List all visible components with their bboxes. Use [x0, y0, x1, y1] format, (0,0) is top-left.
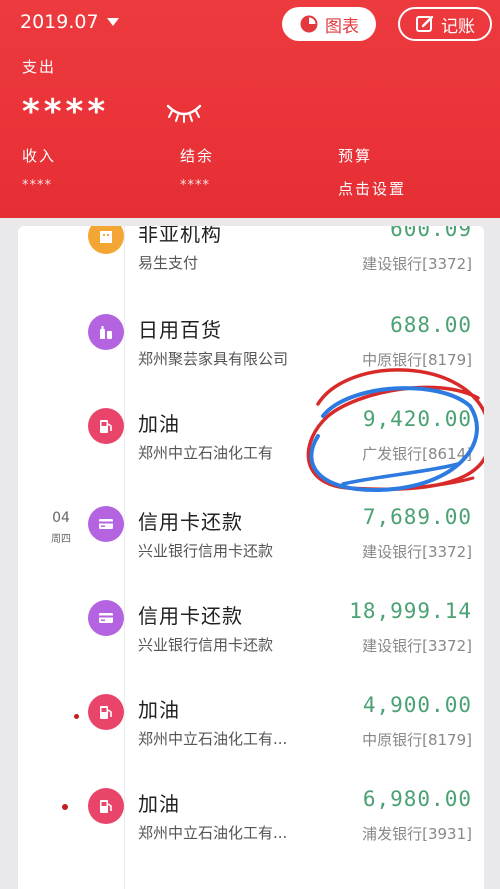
merchant-name: 兴业银行信用卡还款 — [138, 542, 274, 560]
fuel-icon — [88, 408, 124, 444]
transaction-amount: 9,420.00 — [362, 407, 472, 431]
transaction-amount: 7,689.00 — [362, 505, 472, 529]
category-name: 非亚机构 — [138, 226, 222, 246]
balance-label: 结余 — [180, 147, 215, 165]
pie-chart-icon — [300, 15, 318, 33]
transaction-list: 04 周四 非亚机构 易生支付 600.09 建设银行[3372] 日用百货 郑州聚芸家具… — [18, 226, 484, 889]
merchant-name: 易生支付 — [138, 254, 199, 272]
income-label: 收入 — [22, 147, 57, 165]
transaction-row[interactable]: 信用卡还款兴业银行信用卡还款 18,999.14 建设银行[3372] — [18, 592, 484, 686]
credit-card-icon — [88, 506, 124, 542]
red-dot-mark — [62, 804, 68, 810]
bank-account: 中原银行[8179] — [362, 351, 472, 369]
building-icon — [88, 226, 124, 254]
budget-setup-link[interactable]: 点击设置 — [338, 178, 406, 199]
expense-label: 支出 — [22, 58, 57, 76]
income-value: **** — [22, 178, 52, 193]
transaction-row[interactable]: 非亚机构易生支付 600.09 建设银行[3372] — [18, 226, 484, 304]
bank-account: 中原银行[8179] — [362, 731, 472, 749]
transaction-amount: 4,900.00 — [362, 693, 472, 717]
transaction-row[interactable]: 日用百货郑州聚芸家具有限公司 688.00 中原银行[8179] — [18, 306, 484, 400]
category-name: 信用卡还款 — [138, 510, 243, 534]
transaction-row[interactable]: 加油郑州中立石油化工有... 4,900.00 中原银行[8179] — [18, 686, 484, 780]
bank-account: 浦发银行[3931] — [362, 825, 472, 843]
month-selector[interactable]: 2019.07 — [20, 11, 119, 33]
record-button[interactable]: 记账 — [398, 7, 492, 41]
category-name: 日用百货 — [138, 318, 222, 342]
balance-value: **** — [180, 178, 210, 193]
fuel-icon — [88, 694, 124, 730]
chart-button[interactable]: 图表 — [282, 7, 376, 41]
credit-card-icon — [88, 600, 124, 636]
transaction-amount: 18,999.14 — [349, 599, 472, 623]
category-name: 加油 — [138, 698, 180, 722]
merchant-name: 兴业银行信用卡还款 — [138, 636, 274, 654]
merchant-name: 郑州聚芸家具有限公司 — [138, 350, 289, 368]
hidden-eye-icon[interactable] — [166, 100, 202, 124]
edit-icon — [416, 15, 434, 32]
merchant-name: 郑州中立石油化工有 — [138, 444, 274, 462]
caret-down-icon — [106, 18, 119, 26]
fuel-icon — [88, 788, 124, 824]
transaction-amount: 688.00 — [390, 313, 472, 337]
summary-header: 2019.07 图表 记账 支出 **** 收入 **** 结余 **** 预算… — [0, 0, 500, 218]
transaction-amount: 6,980.00 — [362, 787, 472, 811]
transaction-row[interactable]: 信用卡还款兴业银行信用卡还款 7,689.00 建设银行[3372] — [18, 498, 484, 592]
bank-account: 建设银行[3372] — [362, 637, 472, 655]
budget-label: 预算 — [338, 147, 373, 165]
red-dot-mark — [74, 714, 79, 719]
transaction-row[interactable]: 加油郑州中立石油化工有... 6,980.00 浦发银行[3931] — [18, 780, 484, 874]
chart-button-label: 图表 — [325, 16, 359, 37]
category-name: 加油 — [138, 412, 180, 436]
transaction-row[interactable]: 加油郑州中立石油化工有 9,420.00 广发银行[8614] — [18, 400, 484, 494]
record-button-label: 记账 — [441, 16, 475, 37]
expense-value: **** — [22, 92, 110, 132]
bank-account: 广发银行[8614] — [362, 445, 472, 463]
bank-account: 建设银行[3372] — [362, 255, 472, 273]
bank-account: 建设银行[3372] — [362, 543, 472, 561]
category-name: 信用卡还款 — [138, 604, 243, 628]
merchant-name: 郑州中立石油化工有... — [138, 730, 288, 748]
merchant-name: 郑州中立石油化工有... — [138, 824, 288, 842]
category-name: 加油 — [138, 792, 180, 816]
daily-goods-icon — [88, 314, 124, 350]
month-label: 2019.07 — [20, 11, 99, 33]
transaction-amount: 600.09 — [390, 226, 472, 241]
